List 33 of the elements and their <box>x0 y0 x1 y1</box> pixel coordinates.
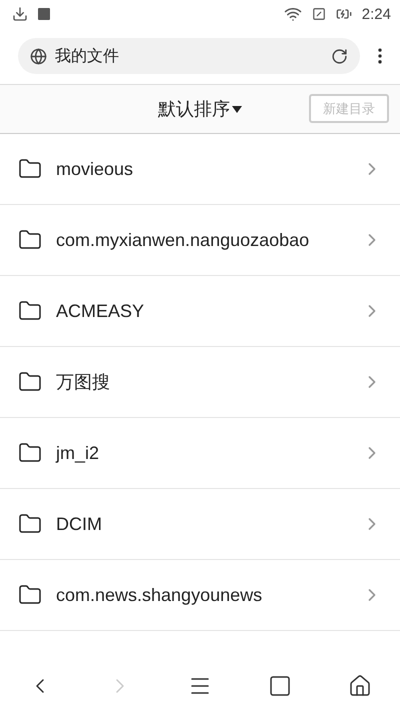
folder-icon <box>18 512 42 536</box>
folder-row[interactable]: movieous <box>0 134 400 205</box>
folder-name: jm_i2 <box>56 442 100 464</box>
folder-row[interactable]: 万图搜 <box>0 347 400 418</box>
folder-row[interactable]: com.news.shangyounews <box>0 560 400 631</box>
folder-icon <box>18 370 42 394</box>
address-bar[interactable]: 我的文件 <box>18 38 360 74</box>
clock: 2:24 <box>362 6 391 22</box>
folder-name: ACMEASY <box>56 300 146 322</box>
reload-icon[interactable] <box>331 48 348 64</box>
globe-icon <box>30 48 47 64</box>
no-sim-icon <box>312 7 326 21</box>
folder-icon <box>18 299 42 323</box>
folder-name: 万图搜 <box>56 371 111 394</box>
page-title: 我的文件 <box>55 46 120 66</box>
square-icon <box>268 674 292 698</box>
wifi-icon <box>284 5 302 23</box>
caret-icon <box>232 106 242 112</box>
folder-icon <box>18 228 42 252</box>
folder-name: movieous <box>56 158 134 180</box>
folder-name: com.myxianwen.nanguozaobao <box>56 230 310 250</box>
folder-row[interactable]: jm_i2 <box>0 418 400 489</box>
folder-row[interactable]: ACMEASY <box>0 276 400 347</box>
folder-icon <box>18 583 42 607</box>
folder-name: DCIM <box>56 514 103 534</box>
folder-row[interactable]: com.myxianwen.nanguozaobao <box>0 205 400 276</box>
folder-icon <box>18 441 42 465</box>
sort-dropdown[interactable]: 默认排序 <box>158 97 242 121</box>
home-icon <box>348 674 372 698</box>
folder-name: com.news.shangyounews <box>56 584 264 606</box>
folder-icon <box>18 157 42 181</box>
download-icon <box>12 6 28 22</box>
folder-row[interactable]: DCIM <box>0 489 400 560</box>
